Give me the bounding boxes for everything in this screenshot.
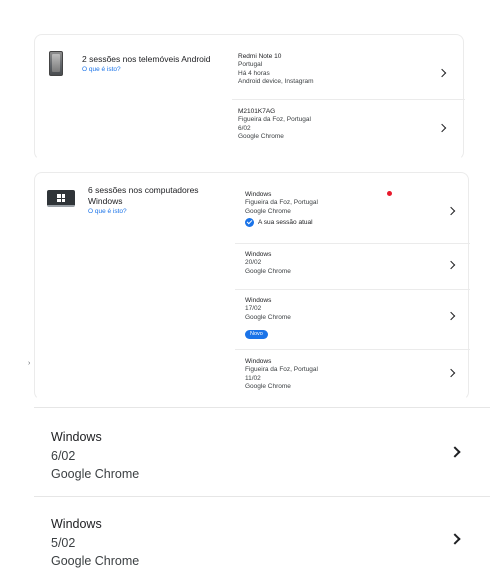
windows-session-item-zoomed[interactable]: Windows 5/02 Google Chrome [51,515,481,573]
session-location: Figueira da Foz, Portugal [245,366,318,374]
session-location: Portugal [238,61,263,69]
windows-group-header: 6 sessões nos computadores Windows O que… [88,185,199,216]
new-badge: Novo [245,329,268,339]
session-device-name: Redmi Note 10 [238,53,282,60]
session-device-name: Windows [51,430,102,444]
session-divider [34,496,490,497]
windows-session-item-zoomed[interactable]: Windows 6/02 Google Chrome [51,428,481,486]
session-divider [235,349,470,350]
session-date: 5/02 [51,535,76,550]
session-app: Google Chrome [245,267,291,275]
session-location: Figueira da Foz, Portugal [245,199,318,207]
android-session-item[interactable]: Redmi Note 10 Portugal Há 4 horas Androi… [238,53,464,95]
session-app: Google Chrome [238,132,284,140]
windows-session-item[interactable]: Windows Figueira da Foz, Portugal Google… [245,191,467,241]
session-app: Google Chrome [245,313,291,321]
session-date: 6/02 [51,448,76,463]
session-app: Google Chrome [51,467,140,481]
session-date: 6/02 [238,124,251,132]
session-location: Figueira da Foz, Portugal [238,116,311,124]
session-date: 11/02 [245,374,261,382]
session-device-name: Windows [245,251,272,258]
windows-group-title: 6 sessões nos computadores [88,185,199,195]
android-group-title: 2 sessões nos telemóveis Android [82,54,211,64]
phone-icon [49,51,63,76]
session-device-name: Windows [51,517,102,531]
session-device-name: Windows [245,297,272,304]
check-circle-icon [245,217,254,227]
session-device-name: M2101K7AG [238,108,276,115]
session-divider [34,407,490,408]
session-app: Google Chrome [51,554,140,568]
current-session-indicator: A sua sessão atual [245,217,467,227]
session-device-name: Windows [245,358,272,365]
windows-group-title-line2: Windows [88,196,123,206]
session-app: Google Chrome [245,207,291,215]
session-divider [232,99,465,100]
android-group-header: 2 sessões nos telemóveis Android O que é… [82,54,211,74]
windows-session-item[interactable]: Windows Figueira da Foz, Portugal 11/02 … [245,358,467,400]
side-arrow-icon: › [28,360,31,367]
current-session-label: A sua sessão atual [258,218,313,226]
session-divider [235,243,470,244]
session-date: 17/02 [245,305,262,313]
android-help-link[interactable]: O que é isto? [82,65,211,74]
session-app: Google Chrome [245,382,291,390]
windows-help-link[interactable]: O que é isto? [88,207,199,216]
windows-sessions-card: 6 sessões nos computadores Windows O que… [34,172,470,400]
session-time: Há 4 horas [238,69,270,77]
session-app: Android device, Instagram [238,77,314,85]
session-date: 20/02 [245,259,262,267]
session-device-name: Windows [245,191,272,198]
windows-session-item[interactable]: Windows 17/02 Google Chrome Novo [245,297,467,347]
windows-session-item[interactable]: Windows 20/02 Google Chrome [245,251,467,285]
laptop-windows-icon [47,190,75,207]
android-session-item[interactable]: M2101K7AG Figueira da Foz, Portugal 6/02… [238,108,464,150]
session-divider [235,289,470,290]
android-sessions-card: 2 sessões nos telemóveis Android O que é… [34,34,465,160]
